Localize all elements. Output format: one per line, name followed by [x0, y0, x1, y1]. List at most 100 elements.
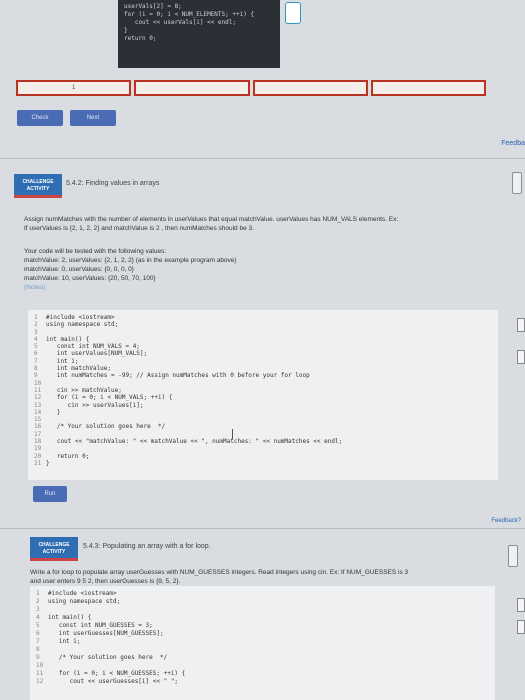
code-line: 1 #include <iostream> — [34, 314, 492, 321]
section-divider — [0, 528, 525, 529]
code-line: 8 — [36, 646, 489, 654]
code-text: } — [46, 459, 50, 467]
instruction-line: Assign numMatches with the number of ele… — [24, 216, 399, 223]
line-number: 8 — [36, 646, 40, 653]
completion-checkbox — [508, 545, 518, 567]
code-text: cin >> userValues[i]; — [46, 401, 144, 409]
code-text: return 0; — [46, 452, 90, 460]
progress-segment[interactable]: 1 — [16, 80, 132, 96]
line-number: 10 — [34, 379, 42, 387]
challenge-activity-badge: CHALLENGE ACTIVITY — [30, 537, 78, 561]
progress-segment[interactable] — [370, 80, 486, 96]
snippet-line: } — [124, 27, 128, 34]
challenge-title: 5.4.2: Finding values in arrays — [66, 180, 160, 187]
check-button[interactable]: Check — [17, 110, 63, 126]
code-line: 11 cin >> matchValue; — [34, 387, 492, 394]
feedback-link[interactable]: Feedback? — [491, 518, 521, 524]
line-number: 10 — [36, 662, 44, 669]
line-number: 21 — [34, 459, 42, 467]
line-number: 11 — [36, 670, 44, 677]
badge-line: CHALLENGE — [38, 542, 70, 548]
line-number: 8 — [34, 365, 38, 373]
run-button[interactable]: Run — [33, 486, 67, 502]
code-line: 18 cout << "matchValue: " << matchValue … — [34, 438, 492, 445]
code-line: 17 — [34, 431, 492, 438]
line-number: 15 — [34, 416, 42, 424]
line-number: 7 — [36, 638, 40, 645]
line-number: 11 — [34, 386, 42, 394]
line-number: 20 — [34, 452, 42, 460]
code-text: cout << "matchValue: " << matchValue << … — [46, 438, 343, 446]
code-text: int userValues[NUM_VALS]; — [46, 350, 148, 358]
test-case: matchValue: 10, userValues: {20, 50, 70,… — [24, 275, 156, 282]
code-line: 6 int userGuesses[NUM_GUESSES]; — [36, 630, 489, 638]
code-line: 14 } — [34, 409, 492, 416]
next-button[interactable]: Next — [70, 110, 116, 126]
code-line: 1 #include <iostream> — [36, 590, 489, 598]
code-line: 16 /* Your solution goes here */ — [34, 423, 492, 430]
line-number: 4 — [36, 614, 40, 621]
line-number: 18 — [34, 438, 42, 446]
completion-checkbox — [512, 172, 522, 194]
code-line: 2 using namespace std; — [34, 321, 492, 328]
line-number: 16 — [34, 423, 42, 431]
code-line: 19 — [34, 445, 492, 452]
code-line: 5 const int NUM_VALS = 4; — [34, 343, 492, 350]
line-number: 1 — [36, 590, 40, 597]
feedback-link[interactable]: Feedba — [501, 140, 525, 147]
code-line: 4 int main() { — [36, 614, 489, 622]
code-editor[interactable]: 1 #include <iostream> 2 using namespace st… — [30, 586, 495, 700]
code-text: cout << userGuesses[i] << " "; — [48, 678, 179, 685]
code-text: using namespace std; — [48, 598, 121, 605]
line-number: 7 — [34, 357, 38, 365]
previous-code-snippet: userVals[2] = 8; for (i = 0; i < NUM_ELE… — [118, 0, 280, 68]
code-line: 4 int main() { — [34, 336, 492, 343]
line-number: 9 — [34, 372, 38, 380]
code-line: 2 using namespace std; — [36, 598, 489, 606]
code-line: 8 int matchValue; — [34, 365, 492, 372]
code-text: int i; — [48, 638, 81, 645]
code-text: int main() { — [48, 614, 92, 621]
code-text: cin >> matchValue; — [46, 386, 122, 394]
code-text: for (i = 0; i < NUM_GUESSES; ++i) { — [48, 670, 186, 677]
progress-segment[interactable] — [252, 80, 368, 96]
instruction-line: Write a for loop to populate array userG… — [30, 569, 409, 576]
code-text: /* Your solution goes here */ — [46, 423, 166, 431]
code-text: int userGuesses[NUM_GUESSES]; — [48, 630, 164, 637]
code-text: const int NUM_VALS = 4; — [46, 343, 140, 351]
side-panel-box[interactable] — [517, 598, 525, 612]
line-number: 1 — [34, 314, 38, 321]
side-panel-box[interactable] — [517, 350, 525, 364]
code-line: 3 — [36, 606, 489, 614]
progress-segment[interactable] — [134, 80, 250, 96]
line-number: 5 — [36, 622, 40, 629]
line-number: 6 — [36, 630, 40, 637]
code-text: } — [46, 408, 61, 416]
line-number: 17 — [34, 430, 42, 438]
completion-checkbox — [285, 2, 301, 24]
snippet-line: userVals[2] = 8; — [124, 3, 182, 10]
code-line: 12 cout << userGuesses[i] << " "; — [36, 678, 489, 686]
line-number: 6 — [34, 350, 38, 358]
code-line: 7 int i; — [34, 358, 492, 365]
code-text: int i; — [46, 357, 79, 365]
line-number: 12 — [36, 678, 44, 685]
side-panel-box[interactable] — [517, 318, 525, 332]
line-number: 5 — [34, 343, 38, 351]
code-line: 10 — [36, 662, 489, 670]
side-panel-box[interactable] — [517, 620, 525, 634]
code-line: 7 int i; — [36, 638, 489, 646]
line-number: 12 — [34, 394, 42, 402]
notes-link[interactable]: (Notes) — [24, 283, 494, 292]
text-cursor — [232, 429, 233, 439]
snippet-line: cout << userVals[i] << endl; — [124, 19, 236, 26]
code-editor[interactable]: 1 #include <iostream> 2 using namespace st… — [28, 310, 498, 480]
test-case: matchValue: 0, userValues: {0, 0, 0, 0} — [24, 266, 134, 273]
instructions: Assign numMatches with the number of ele… — [24, 215, 504, 233]
line-number: 2 — [36, 598, 40, 605]
section-divider — [0, 158, 525, 159]
code-line: 6 int userValues[NUM_VALS]; — [34, 350, 492, 357]
line-number: 13 — [34, 401, 42, 409]
code-line: 15 — [34, 416, 492, 423]
code-text: int main() { — [46, 335, 90, 343]
